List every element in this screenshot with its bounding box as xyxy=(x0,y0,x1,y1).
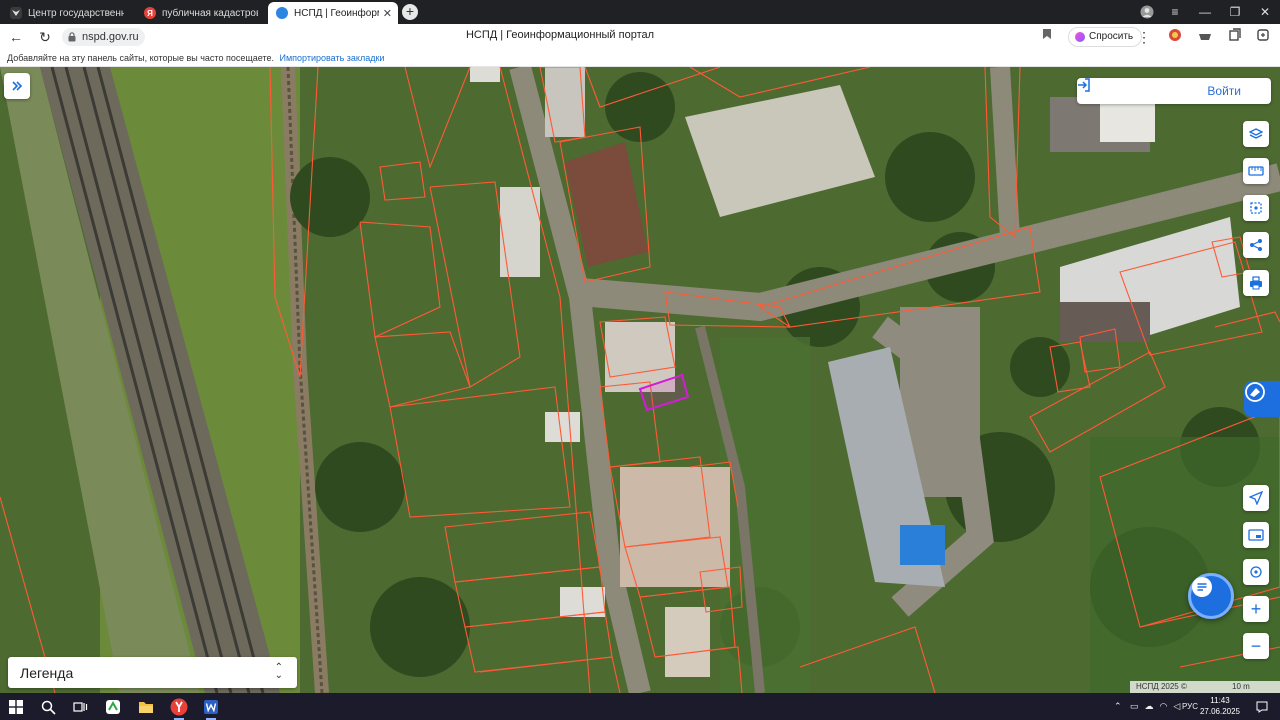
chevron-up-down-icon: ⌃ ⌄ xyxy=(274,662,283,681)
file-explorer-icon[interactable] xyxy=(135,696,157,718)
print-button[interactable] xyxy=(1243,270,1269,296)
map-viewport[interactable]: Войти + − Легенда ⌃ ⌄ НСПД 2025 © 10 m xyxy=(0,67,1280,693)
satellite-map[interactable] xyxy=(0,67,1280,693)
green-app-icon[interactable] xyxy=(102,696,124,718)
tab-label: Центр государственной к xyxy=(28,7,124,19)
minimap-icon xyxy=(1248,529,1264,541)
legend-dropdown[interactable]: Легенда ⌃ ⌄ xyxy=(8,657,297,688)
chat-icon xyxy=(1192,577,1212,597)
map-attribution: НСПД 2025 © 10 m xyxy=(1130,681,1280,693)
building-roof xyxy=(500,187,540,277)
show-hidden-icons[interactable]: ⌃ xyxy=(1114,693,1122,720)
task-view-icon[interactable] xyxy=(69,696,91,718)
layers-button[interactable] xyxy=(1243,121,1269,147)
windows-start-icon[interactable] xyxy=(5,696,27,718)
globe-icon xyxy=(276,7,288,19)
tab-strip: Центр государственной к Я публичная када… xyxy=(0,0,1280,24)
yandex-icon: Я xyxy=(144,7,156,19)
new-tab-button[interactable]: + xyxy=(402,4,418,20)
language-indicator[interactable]: РУС xyxy=(1182,693,1198,720)
building-roof xyxy=(665,607,710,677)
search-icon[interactable] xyxy=(37,696,59,718)
close-window-button[interactable]: ✕ xyxy=(1250,0,1280,24)
notifications-icon[interactable] xyxy=(1256,693,1268,720)
bookmark-icon[interactable] xyxy=(1038,28,1056,46)
clock-date: 27.06.2025 xyxy=(1199,707,1241,716)
print-icon xyxy=(1250,276,1262,290)
ask-button-label: Спросить xyxy=(1089,31,1134,42)
assistant-icon xyxy=(1245,382,1265,402)
minimize-button[interactable]: — xyxy=(1190,0,1220,24)
nspd-assistant-tab[interactable] xyxy=(1244,381,1280,417)
tab-nspd[interactable]: НСПД | Геоинформаци ✕ xyxy=(268,2,398,24)
address-bar-row: ← ↻ nspd.gov.ru НСПД | Геоинформационный… xyxy=(0,24,1280,50)
more-vertical-icon[interactable]: ⋮ xyxy=(1135,28,1153,46)
search-place-button[interactable] xyxy=(1243,559,1269,585)
minimap-button[interactable] xyxy=(1243,522,1269,548)
tray-icons: ▭ ☁ ◠ ◁ xyxy=(1130,693,1180,720)
wifi-icon[interactable]: ◠ xyxy=(1160,701,1168,712)
chat-button[interactable] xyxy=(1188,573,1234,619)
geolocate-button[interactable] xyxy=(1243,485,1269,511)
eagle-icon xyxy=(10,7,22,19)
onedrive-icon[interactable]: ☁ xyxy=(1145,701,1154,712)
search-place-icon xyxy=(1250,566,1262,578)
building-roof xyxy=(545,412,580,442)
login-icon xyxy=(1078,78,1090,92)
tab-label: НСПД | Геоинформаци xyxy=(294,7,379,19)
collections-icon[interactable] xyxy=(1226,28,1244,46)
ruler-button[interactable] xyxy=(1243,158,1269,184)
volume-icon[interactable]: ◁ xyxy=(1173,701,1180,712)
word-icon[interactable] xyxy=(200,696,222,720)
zoom-out-button[interactable]: − xyxy=(1243,633,1269,659)
double-chevron-right-icon xyxy=(12,81,23,91)
legend-label: Легенда xyxy=(20,665,74,681)
login-button[interactable]: Войти xyxy=(1077,78,1271,104)
building-roof-blue xyxy=(900,525,945,565)
scale-label: 10 m xyxy=(1232,682,1250,691)
system-clock[interactable]: 11:43 27.06.2025 xyxy=(1198,695,1242,717)
windows-taskbar: ⌃ ▭ ☁ ◠ ◁ РУС 11:43 27.06.2025 xyxy=(0,693,1280,720)
battery-icon[interactable]: ▭ xyxy=(1130,701,1139,712)
ask-alice-button[interactable]: Спросить xyxy=(1068,27,1143,47)
select-area-button[interactable] xyxy=(1243,195,1269,221)
browser-menu-icon[interactable]: ≡ xyxy=(1160,0,1190,24)
ruler-icon xyxy=(1248,166,1264,176)
clock-time: 11:43 xyxy=(1210,696,1230,705)
screen: Центр государственной к Я публичная када… xyxy=(0,0,1280,720)
bookmarks-hint: Добавляйте на эту панель сайты, которые … xyxy=(7,53,274,63)
extension-icon[interactable] xyxy=(1166,28,1184,46)
chevron-up-icon: ⌃ xyxy=(1114,701,1122,711)
login-label: Войти xyxy=(1207,84,1241,98)
building-roof xyxy=(620,467,730,587)
attribution-text: НСПД 2025 © xyxy=(1136,682,1187,691)
yandex-browser-icon[interactable] xyxy=(168,696,190,720)
bookmarks-bar: Добавляйте на эту панель сайты, которые … xyxy=(0,50,1280,67)
locate-icon xyxy=(1249,491,1263,505)
share-icon xyxy=(1250,239,1262,251)
share-button[interactable] xyxy=(1243,232,1269,258)
building-roof xyxy=(1100,102,1155,142)
close-tab-icon[interactable]: ✕ xyxy=(383,7,392,20)
building-roof xyxy=(545,67,585,137)
downloads-icon[interactable] xyxy=(1196,28,1214,46)
tab-yandex-search[interactable]: Я публичная кадастровая к xyxy=(136,2,264,24)
profile-avatar[interactable] xyxy=(1132,0,1162,24)
page-title: НСПД | Геоинформационный портал xyxy=(465,29,655,41)
layers-icon xyxy=(1249,128,1263,139)
alice-icon xyxy=(1075,32,1085,42)
select-area-icon xyxy=(1250,202,1262,214)
building-roof xyxy=(1060,302,1150,342)
zoom-in-button[interactable]: + xyxy=(1243,596,1269,622)
building-roof xyxy=(470,67,500,82)
extensions-menu-icon[interactable] xyxy=(1254,28,1272,46)
expand-panel-button[interactable] xyxy=(4,73,30,99)
maximize-button[interactable]: ❐ xyxy=(1220,0,1250,24)
tab-label: публичная кадастровая к xyxy=(162,7,258,19)
tab-rosreestr[interactable]: Центр государственной к xyxy=(2,2,130,24)
garden-plot xyxy=(720,337,810,693)
import-bookmarks-link[interactable]: Импортировать закладки xyxy=(280,53,385,63)
